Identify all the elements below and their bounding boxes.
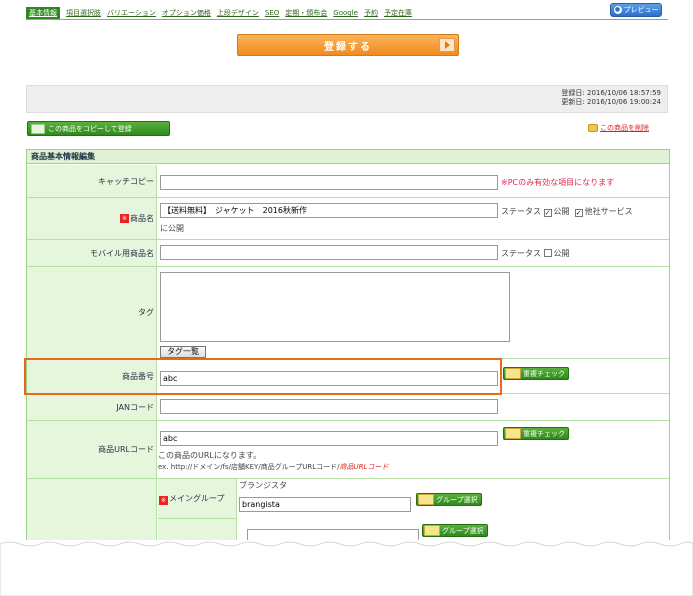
- check-icon: [505, 428, 521, 439]
- tab-bar: 基本情報 項目選択肢 バリエーション オプション価格 上段デザイン SEO 定期…: [26, 5, 418, 19]
- tag-textarea[interactable]: [160, 272, 510, 342]
- sub-group-select-button[interactable]: グループ選択: [422, 524, 488, 537]
- mobile-name-label: モバイル用商品名: [27, 240, 157, 266]
- tab-seo[interactable]: SEO: [265, 7, 279, 19]
- product-number-check-button[interactable]: 重複チェック: [503, 367, 569, 380]
- preview-label: プレビュー: [623, 6, 659, 14]
- arrow-right-icon: [439, 38, 455, 52]
- mobile-name-status: ステータス 公開: [501, 249, 570, 258]
- folder-icon: [424, 525, 440, 536]
- check-icon: [505, 368, 521, 379]
- jan-input[interactable]: [160, 399, 498, 414]
- row-product-name: ※ 商品名 【送料無料】 ジャケット 2016秋新作 ステータス ✓ 公開 ✓ 他社サ…: [27, 198, 669, 240]
- store-name: ブランジスタ: [239, 481, 287, 490]
- copy-product-button[interactable]: この商品をコピーして登録: [27, 121, 170, 136]
- url-code-check-button[interactable]: 重複チェック: [503, 427, 569, 440]
- highlight-box: [24, 358, 502, 395]
- product-edit-panel: 商品基本情報編集 キャッチコピー ※PCのみ有効な項目になります ※ 商品名 【送…: [26, 149, 670, 545]
- url-code-input[interactable]: abc: [160, 431, 498, 446]
- main-group-label: ※ メイングループ: [159, 494, 225, 505]
- row-mobile-name: モバイル用商品名 ステータス 公開: [27, 240, 669, 267]
- tag-label: タグ: [27, 267, 157, 358]
- url-code-help: この商品のURLになります。: [158, 451, 262, 460]
- folder-icon: [418, 494, 434, 505]
- required-icon: ※: [120, 214, 129, 223]
- catch-copy-label: キャッチコピー: [27, 165, 157, 197]
- public-checkbox[interactable]: ✓: [543, 209, 552, 217]
- tag-list-button[interactable]: タグ一覧: [160, 346, 206, 358]
- date-info: 登録日: 2016/10/06 18:57:59 更新日: 2016/10/06…: [26, 85, 668, 113]
- url-code-label: 商品URLコード: [27, 421, 157, 478]
- delete-label: この商品を削除: [600, 124, 649, 132]
- search-icon: ●: [613, 6, 622, 14]
- row-groups: ※ メイングループ ブランジスタ brangista グループ選択 グループ選択: [27, 479, 669, 545]
- tab-reservation[interactable]: 予約: [364, 7, 378, 19]
- product-name-label: ※ 商品名: [27, 198, 157, 239]
- delete-product-link[interactable]: この商品を削除: [588, 123, 649, 133]
- row-tag: タグ タグ一覧: [27, 267, 669, 359]
- preview-button[interactable]: ● プレビュー: [610, 3, 662, 17]
- copy-icon: [31, 123, 45, 134]
- updated-date: 更新日: 2016/10/06 19:00:24: [561, 98, 661, 106]
- catch-copy-note: ※PCのみ有効な項目になります: [501, 178, 615, 187]
- required-icon: ※: [159, 496, 168, 505]
- row-jan: JANコード: [27, 394, 669, 421]
- register-button[interactable]: 登録する: [237, 34, 459, 56]
- other-service-cont: に公開: [160, 224, 184, 233]
- copy-label: この商品をコピーして登録: [48, 124, 132, 133]
- tab-top-design[interactable]: 上段デザイン: [217, 7, 259, 19]
- url-code-example: ex. http://ドメイン/fs/店舗KEY/商品グループURLコード/商品…: [158, 463, 389, 471]
- other-service-checkbox[interactable]: ✓: [574, 209, 583, 217]
- product-name-status: ステータス ✓ 公開 ✓ 他社サービス: [501, 207, 633, 217]
- row-catch-copy: キャッチコピー ※PCのみ有効な項目になります: [27, 165, 669, 198]
- tab-planned-stock[interactable]: 予定在庫: [384, 7, 412, 19]
- product-name-input[interactable]: 【送料無料】 ジャケット 2016秋新作: [160, 203, 498, 218]
- delete-icon: [588, 124, 598, 132]
- tab-subscription[interactable]: 定期・頒布会: [285, 7, 327, 19]
- mobile-public-checkbox[interactable]: [543, 249, 552, 257]
- group-label: [27, 479, 157, 545]
- tab-google[interactable]: Google: [333, 7, 358, 19]
- tab-variation[interactable]: バリエーション: [107, 7, 156, 19]
- tab-underline: [26, 19, 668, 20]
- mobile-name-input[interactable]: [160, 245, 498, 260]
- main-group-input[interactable]: brangista: [239, 497, 411, 512]
- registered-date: 登録日: 2016/10/06 18:57:59: [561, 89, 661, 97]
- torn-edge: [0, 540, 693, 596]
- tab-item-options[interactable]: 項目選択肢: [66, 7, 101, 19]
- row-url-code: 商品URLコード abc 重複チェック この商品のURLになります。 ex. h…: [27, 421, 669, 479]
- tab-basic-info[interactable]: 基本情報: [26, 7, 60, 19]
- main-group-select-button[interactable]: グループ選択: [416, 493, 482, 506]
- tab-option-price[interactable]: オプション価格: [162, 7, 211, 19]
- catch-copy-input[interactable]: [160, 175, 498, 190]
- panel-title: 商品基本情報編集: [27, 150, 669, 164]
- jan-label: JANコード: [27, 394, 157, 420]
- register-label: 登録する: [324, 41, 372, 53]
